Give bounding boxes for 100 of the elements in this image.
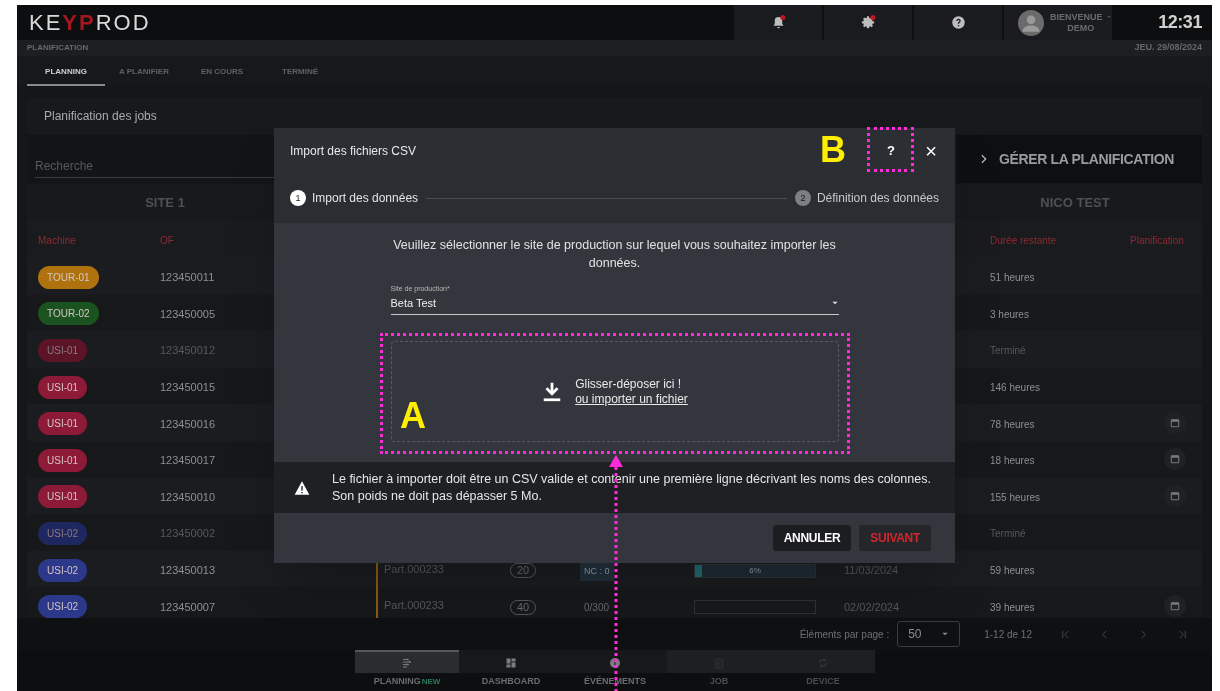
first-page-button[interactable]	[1060, 628, 1071, 640]
table-cell: Terminé	[990, 528, 1026, 540]
calendar-icon	[1170, 454, 1180, 465]
machine-tag: USI-01	[38, 412, 88, 436]
highlight-box	[867, 127, 914, 172]
stepper-step[interactable]: 2 Définition des données	[794, 189, 939, 207]
machine-tag: TOUR-01	[38, 265, 99, 289]
column-header: Durée restante	[990, 235, 1057, 246]
dialog-title: Import des fichiers CSV	[290, 142, 417, 160]
table-cell: 123450010	[160, 490, 216, 503]
clock: 12:31	[1157, 11, 1203, 34]
field-value: Beta Test	[390, 295, 437, 311]
user-greeting: BIENVENUE	[1050, 11, 1103, 23]
annotation-label: B	[820, 130, 846, 170]
step-number: 1	[290, 190, 306, 206]
progress-fill	[695, 564, 703, 577]
planning-icon	[401, 656, 413, 669]
table-cell: 123450002	[160, 527, 216, 540]
machine-tag: USI-02	[38, 558, 88, 582]
table-cell: 123450005	[160, 307, 216, 320]
step-label: Import des données	[312, 190, 419, 207]
machine-tag: USI-01	[38, 375, 88, 399]
table-cell: 123450017	[160, 454, 216, 467]
count-label: 0/300	[583, 600, 611, 615]
column-header: Machine	[38, 235, 76, 246]
step-label: Définition des données	[816, 190, 939, 207]
table-cell: 78 heures	[990, 418, 1035, 430]
table-cell: 123450013	[160, 564, 216, 577]
schedule-button[interactable]	[1164, 411, 1186, 434]
table-cell: 39 heures	[990, 601, 1035, 613]
page-size-select[interactable]: 50	[897, 621, 961, 647]
table-cell: 59 heures	[990, 565, 1035, 577]
schedule-button[interactable]	[1164, 484, 1186, 507]
table-cell-text: Part.000233	[384, 598, 444, 614]
group-header: SITE 1	[145, 195, 185, 210]
help-icon	[950, 15, 966, 30]
table-cell: 123450012	[160, 344, 216, 357]
table-cell: 18 heures	[990, 455, 1035, 467]
page-range: 1-12 de 12	[984, 627, 1032, 642]
import-file-link[interactable]: ou importer un fichier	[575, 391, 688, 407]
stepper-step[interactable]: 1 Import des données	[290, 189, 419, 207]
column-header: Planification	[1130, 235, 1184, 246]
info-icon	[609, 656, 621, 669]
machine-tag: USI-02	[38, 595, 88, 618]
nav-tab[interactable]: ÉVÉNEMENTS	[563, 650, 667, 691]
table-cell: 3 heures	[990, 308, 1029, 320]
machine-tag: USI-02	[38, 521, 88, 545]
calendar-icon	[1170, 600, 1180, 611]
user-menu[interactable]: BIENVENUE DEMO	[1004, 5, 1112, 40]
drop-text: Glisser-déposer ici !	[575, 376, 683, 392]
table-cell: 02/02/2024	[844, 600, 900, 613]
date-label: JEU. 29/08/2024	[1134, 41, 1202, 55]
logo: KEYPROD	[29, 9, 151, 37]
table-cell: 123450015	[160, 381, 216, 394]
close-button[interactable]: ×	[921, 138, 941, 163]
chevron-right-icon	[979, 154, 989, 164]
table-cell: 123450016	[160, 417, 216, 430]
machine-tag: USI-01	[38, 485, 88, 509]
step-number: 2	[794, 190, 811, 206]
user-name: DEMO	[1067, 22, 1095, 34]
notification-button[interactable]	[734, 5, 822, 40]
group-header: NICO TEST	[1040, 195, 1110, 210]
page-size-label: Éléments par page :	[799, 627, 890, 642]
column-header: OF	[160, 235, 174, 246]
avatar-icon	[1018, 9, 1044, 36]
warning-icon	[294, 479, 310, 496]
machine-tag: USI-01	[38, 448, 88, 472]
dashboard-icon	[505, 656, 517, 669]
tab[interactable]: PLANNING	[27, 60, 105, 86]
section-title: PLANIFICATION	[27, 42, 89, 54]
settings-button[interactable]	[824, 5, 912, 40]
table-cell: 123450011	[160, 271, 215, 284]
table-cell: 155 heures	[990, 491, 1041, 503]
settings-icon	[860, 15, 876, 30]
caret-icon	[941, 630, 950, 638]
nav-tab[interactable]: PLANNINGNEW	[355, 650, 459, 691]
machine-tag: TOUR-02	[38, 302, 99, 326]
next-button[interactable]: SUIVANT	[859, 525, 931, 551]
help-button[interactable]	[914, 5, 1002, 40]
instruction-text: Veuillez sélectionner le site de production sur lequel vous souhaitez importer les données.	[392, 237, 837, 272]
cancel-button[interactable]: ANNULER	[772, 525, 852, 551]
nav-tab[interactable]: DASHBOARD	[459, 650, 563, 691]
last-page-button[interactable]	[1177, 628, 1188, 640]
schedule-button[interactable]	[1164, 448, 1186, 471]
manage-planning-button[interactable]: GÉRER LA PLANIFICATION	[957, 135, 1202, 183]
calendar-icon	[1170, 417, 1180, 428]
card-title: Planification des jobs	[44, 108, 157, 125]
machine-tag: USI-01	[38, 339, 88, 362]
table-cell: Terminé	[990, 345, 1026, 357]
table-cell: 51 heures	[990, 272, 1035, 284]
caret-icon	[1105, 14, 1112, 20]
count-label: NC : 0	[580, 563, 614, 581]
annotation-label: A	[400, 396, 426, 436]
table-cell: 146 heures	[990, 382, 1041, 394]
calendar-icon	[1170, 490, 1180, 501]
schedule-button[interactable]	[1164, 594, 1186, 617]
new-label: NEW	[421, 676, 441, 688]
warning-text: Le fichier à importer doit être un CSV valide et contenir une première ligne décrivant les noms des colonnes. Son poids ne doit pas dépasser 5 Mo.	[332, 470, 932, 505]
help-button[interactable]: ?	[879, 138, 903, 163]
table-cell: 123450007	[160, 600, 216, 613]
